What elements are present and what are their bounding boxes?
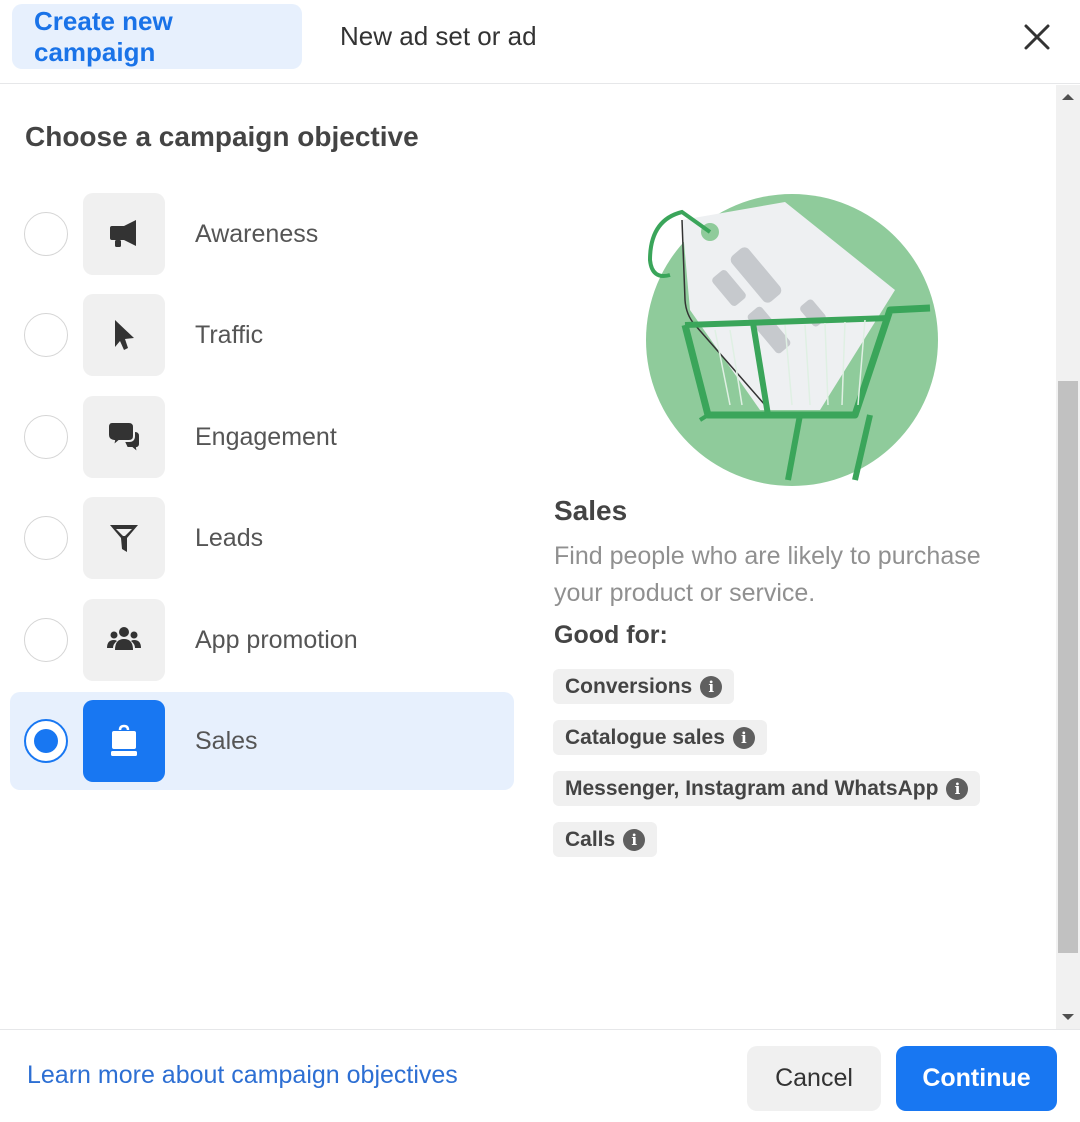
arrow-up-icon: [1062, 94, 1074, 100]
radio-app-promotion[interactable]: [24, 618, 68, 662]
radio-leads[interactable]: [24, 516, 68, 560]
objective-icon-tile: [83, 396, 165, 478]
scroll-up-button[interactable]: [1056, 85, 1080, 109]
shopping-cart-price-tag-illustration: [646, 194, 938, 486]
radio-engagement[interactable]: [24, 415, 68, 459]
good-for-list: Conversions i Catalogue sales i Messenge…: [553, 669, 981, 873]
close-button[interactable]: [1022, 22, 1052, 52]
dialog-content: Choose a campaign objective Awareness Tr…: [0, 85, 1056, 1029]
objective-label: Leads: [195, 523, 264, 552]
funnel-icon: [110, 525, 138, 552]
close-icon: [1024, 24, 1050, 50]
cursor-icon: [115, 320, 134, 350]
shopping-bag-icon: [111, 724, 137, 756]
objective-label: Traffic: [195, 320, 264, 349]
info-icon[interactable]: i: [623, 828, 646, 851]
good-for-chip: Catalogue sales i: [553, 720, 767, 755]
objective-detail-title: Sales: [554, 495, 628, 526]
objective-engagement[interactable]: Engagement: [10, 388, 514, 486]
good-for-chip: Conversions i: [553, 669, 735, 704]
info-icon[interactable]: i: [732, 726, 755, 749]
dialog-footer: Learn more about campaign objectives Can…: [0, 1029, 1080, 1122]
radio-sales[interactable]: [24, 719, 68, 763]
good-for-chip: Messenger, Instagram and WhatsApp i: [553, 771, 981, 806]
good-for-chip: Calls i: [553, 822, 658, 857]
objective-icon-tile: [83, 497, 165, 579]
objective-app-promotion[interactable]: App promotion: [10, 591, 514, 689]
good-for-label: Good for:: [554, 621, 668, 649]
dialog-header: Create new campaign New ad set or ad: [0, 0, 1080, 84]
objective-traffic[interactable]: Traffic: [10, 286, 514, 384]
radio-traffic[interactable]: [24, 313, 68, 357]
objective-detail-description: Find people who are likely to purchase y…: [554, 542, 981, 607]
chip-label: Catalogue sales: [565, 725, 725, 749]
chat-bubbles-icon: [107, 421, 141, 456]
chip-label: Calls: [565, 827, 616, 851]
objective-awareness[interactable]: Awareness: [10, 185, 514, 283]
chip-label: Conversions: [565, 674, 693, 698]
objective-label: App promotion: [195, 625, 358, 654]
objective-icon-tile: [83, 294, 165, 376]
objective-icon-tile: [83, 193, 165, 275]
megaphone-icon: [110, 220, 136, 247]
objective-leads[interactable]: Leads: [10, 489, 514, 587]
section-title: Choose a campaign objective: [25, 121, 419, 152]
vertical-scrollbar[interactable]: [1056, 85, 1080, 1029]
continue-button[interactable]: Continue: [896, 1046, 1057, 1111]
objective-sales[interactable]: Sales: [10, 692, 514, 790]
objective-label: Engagement: [195, 422, 337, 451]
objective-icon-tile: [83, 599, 165, 681]
objective-label: Sales: [195, 726, 258, 755]
cancel-button[interactable]: Cancel: [747, 1046, 881, 1111]
scrollbar-thumb[interactable]: [1058, 381, 1078, 953]
people-icon: [107, 627, 141, 650]
objective-label: Awareness: [195, 219, 319, 248]
tab-create-new-campaign[interactable]: Create new campaign: [12, 4, 302, 69]
scroll-down-button[interactable]: [1056, 1005, 1080, 1029]
objective-icon-tile: [83, 700, 165, 782]
info-icon[interactable]: i: [946, 777, 969, 800]
chip-label: Messenger, Instagram and WhatsApp: [565, 776, 939, 800]
tab-new-ad-set-or-ad[interactable]: New ad set or ad: [318, 4, 559, 69]
info-icon[interactable]: i: [700, 675, 723, 698]
radio-awareness[interactable]: [24, 212, 68, 256]
arrow-down-icon: [1062, 1014, 1074, 1020]
learn-more-link[interactable]: Learn more about campaign objectives: [27, 1061, 458, 1090]
